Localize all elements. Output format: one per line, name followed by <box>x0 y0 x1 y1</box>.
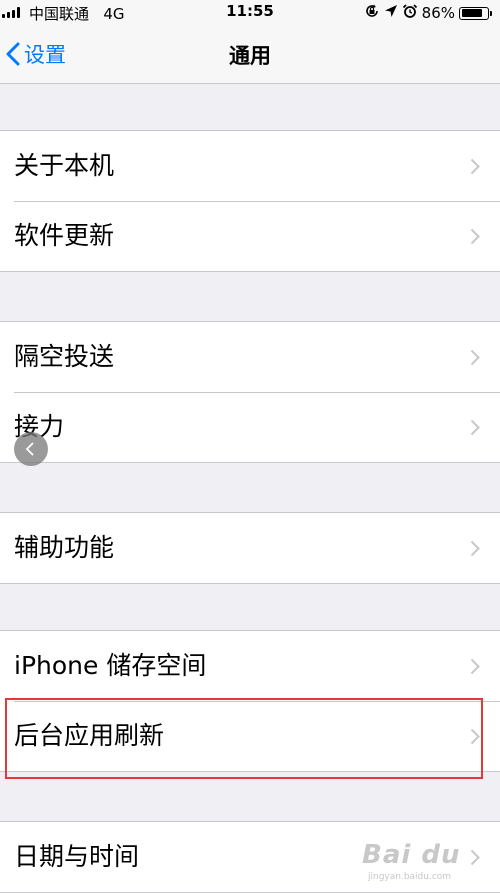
watermark: Bai du jingyan.baidu.com <box>360 836 496 886</box>
back-chevron-icon <box>25 442 34 456</box>
row-iphone-storage[interactable]: iPhone 储存空间 <box>0 631 500 701</box>
battery-percent: 86% <box>421 4 455 22</box>
highlight-box <box>5 698 483 779</box>
settings-group-accessibility: 辅助功能 <box>0 512 500 584</box>
row-label: 隔空投送 <box>14 342 115 371</box>
status-bar: 中国联通 4G 11:55 86% <box>0 0 500 26</box>
settings-group-device: 关于本机 软件更新 <box>0 130 500 272</box>
chevron-right-icon <box>470 228 480 245</box>
row-label: 日期与时间 <box>14 842 140 871</box>
row-handoff[interactable]: 接力 <box>0 392 500 462</box>
alarm-icon <box>402 3 418 23</box>
chevron-right-icon <box>470 158 480 175</box>
chevron-right-icon <box>470 540 480 557</box>
row-label: 软件更新 <box>14 221 115 250</box>
row-about[interactable]: 关于本机 <box>0 131 500 201</box>
watermark-logo: Bai du <box>362 840 461 870</box>
chevron-right-icon <box>470 658 480 675</box>
row-software-update[interactable]: 软件更新 <box>0 201 500 271</box>
location-icon <box>384 4 398 22</box>
swipe-back-button[interactable] <box>14 432 48 466</box>
row-label: iPhone 储存空间 <box>14 651 207 680</box>
settings-group-continuity: 隔空投送 接力 <box>0 321 500 463</box>
battery-icon <box>459 6 492 20</box>
row-label: 关于本机 <box>14 151 115 180</box>
chevron-right-icon <box>470 349 480 366</box>
row-accessibility[interactable]: 辅助功能 <box>0 513 500 583</box>
nav-bar: 设置 通用 <box>0 26 500 84</box>
chevron-right-icon <box>470 419 480 436</box>
watermark-url: jingyan.baidu.com <box>368 872 452 882</box>
page-title: 通用 <box>229 44 271 68</box>
row-airdrop[interactable]: 隔空投送 <box>0 322 500 392</box>
row-label: 辅助功能 <box>14 533 115 562</box>
rotation-lock-icon <box>364 3 380 23</box>
status-right: 86% <box>364 3 492 23</box>
